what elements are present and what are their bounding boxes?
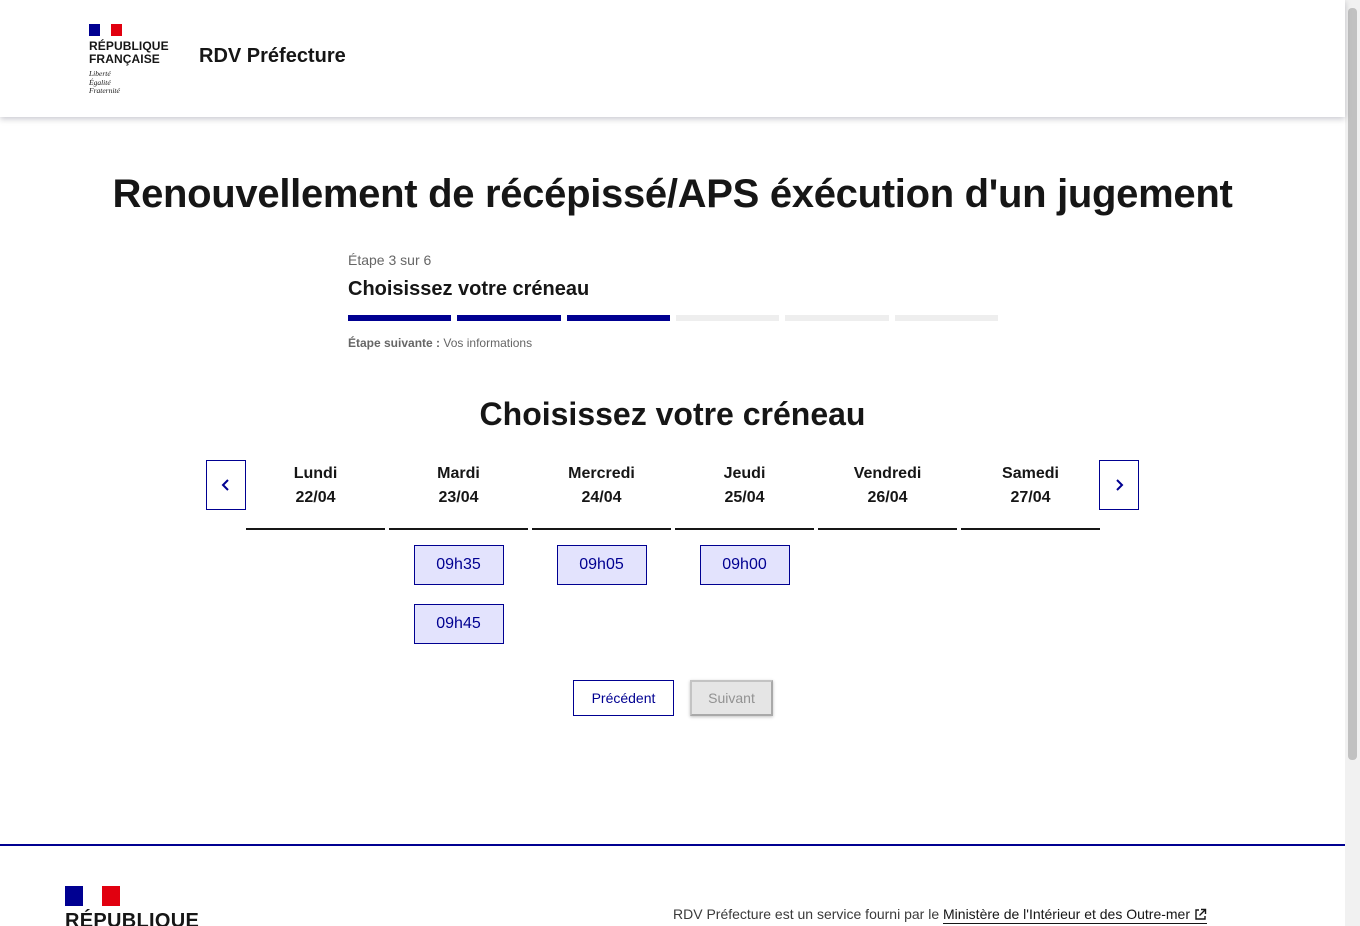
chevron-left-icon xyxy=(221,479,229,491)
stepper: Étape 3 sur 6 Choisissez votre créneau É… xyxy=(348,252,998,350)
day-column: Mardi 23/04 09h35 09h45 xyxy=(389,460,528,644)
marianne-logo[interactable]: RÉPUBLIQUE FRANÇAISE Liberté Égalité Fra… xyxy=(89,24,169,96)
day-header: Lundi 22/04 xyxy=(246,460,385,530)
site-footer: RÉPUBLIQUE RDV Préfecture est un service… xyxy=(0,844,1345,926)
day-date: 24/04 xyxy=(581,489,622,506)
previous-week-button[interactable] xyxy=(206,460,246,510)
calendar-days: Lundi 22/04 Mardi 23/04 09h35 09h45 Mercredi 24… xyxy=(246,460,1100,644)
page-title: Renouvellement de récépissé/APS éxécutio… xyxy=(112,172,1233,216)
vertical-scrollbar[interactable] xyxy=(1345,0,1360,926)
slot-list: 09h35 09h45 xyxy=(389,530,528,644)
step-bar xyxy=(457,315,561,321)
day-name: Lundi xyxy=(293,465,338,482)
footer-service-text: RDV Préfecture est un service fourni par… xyxy=(673,906,1208,924)
day-date: 25/04 xyxy=(724,489,765,506)
day-header: Vendredi 26/04 xyxy=(818,460,957,530)
step-next: Étape suivante : Vos informations xyxy=(348,336,998,350)
flag-icon xyxy=(89,24,122,36)
motto: Liberté Égalité Fraternité xyxy=(89,69,120,95)
slot-list: 09h00 xyxy=(675,530,814,585)
day-date: 23/04 xyxy=(438,489,479,506)
day-name: Mercredi xyxy=(568,465,635,482)
footer-marianne-logo[interactable]: RÉPUBLIQUE xyxy=(65,886,199,926)
step-bar xyxy=(894,315,998,321)
flag-icon xyxy=(65,886,120,906)
step-next-value: Vos informations xyxy=(443,336,533,350)
day-column: Samedi 27/04 xyxy=(961,460,1100,644)
slot-list xyxy=(246,530,385,545)
day-header: Jeudi 25/04 xyxy=(675,460,814,530)
step-title: Choisissez votre créneau xyxy=(348,278,590,300)
footer-republique-label: RÉPUBLIQUE xyxy=(65,910,200,926)
day-date: 27/04 xyxy=(1010,489,1051,506)
time-slot-button[interactable]: 09h00 xyxy=(699,545,790,585)
step-state: Étape 3 sur 6 xyxy=(348,252,432,268)
day-header: Samedi 27/04 xyxy=(961,460,1100,530)
step-bar xyxy=(348,315,452,321)
day-column: Mercredi 24/04 09h05 xyxy=(532,460,671,644)
day-column: Jeudi 25/04 09h00 xyxy=(675,460,814,644)
step-next-label: Étape suivante : xyxy=(348,336,441,350)
day-name: Jeudi xyxy=(723,465,766,482)
day-name: Vendredi xyxy=(853,465,922,482)
chevron-right-icon xyxy=(1116,479,1124,491)
day-column: Lundi 22/04 xyxy=(246,460,385,644)
day-column: Vendredi 26/04 xyxy=(818,460,957,644)
time-slot-button[interactable]: 09h45 xyxy=(413,604,504,644)
step-bar xyxy=(675,315,780,321)
section-title: Choisissez votre créneau xyxy=(479,396,866,432)
next-week-button[interactable] xyxy=(1099,460,1139,510)
form-actions: Précédent Suivant xyxy=(573,680,773,716)
day-header: Mardi 23/04 xyxy=(389,460,528,530)
day-date: 26/04 xyxy=(867,489,908,506)
day-header: Mercredi 24/04 xyxy=(532,460,671,530)
day-name: Samedi xyxy=(1002,465,1059,482)
slot-list: 09h05 xyxy=(532,530,671,585)
site-header: RÉPUBLIQUE FRANÇAISE Liberté Égalité Fra… xyxy=(0,0,1345,117)
step-bar xyxy=(785,315,889,321)
next-button[interactable]: Suivant xyxy=(690,680,773,716)
slot-list xyxy=(818,530,957,545)
scrollbar-thumb[interactable] xyxy=(1348,8,1357,760)
previous-button[interactable]: Précédent xyxy=(573,680,674,716)
time-slot-button[interactable]: 09h35 xyxy=(413,545,504,585)
day-date: 22/04 xyxy=(295,489,336,506)
step-bar xyxy=(566,315,670,321)
service-title[interactable]: RDV Préfecture xyxy=(199,45,346,68)
external-link-icon xyxy=(1195,908,1207,920)
time-slot-button[interactable]: 09h05 xyxy=(556,545,647,585)
slot-list xyxy=(961,530,1100,545)
republique-francaise-label: RÉPUBLIQUE FRANÇAISE xyxy=(89,39,169,66)
ministere-link[interactable]: Ministère de l'Intérieur et des Outre-me… xyxy=(943,906,1208,924)
step-progress-bar xyxy=(348,315,998,321)
day-name: Mardi xyxy=(437,465,480,482)
